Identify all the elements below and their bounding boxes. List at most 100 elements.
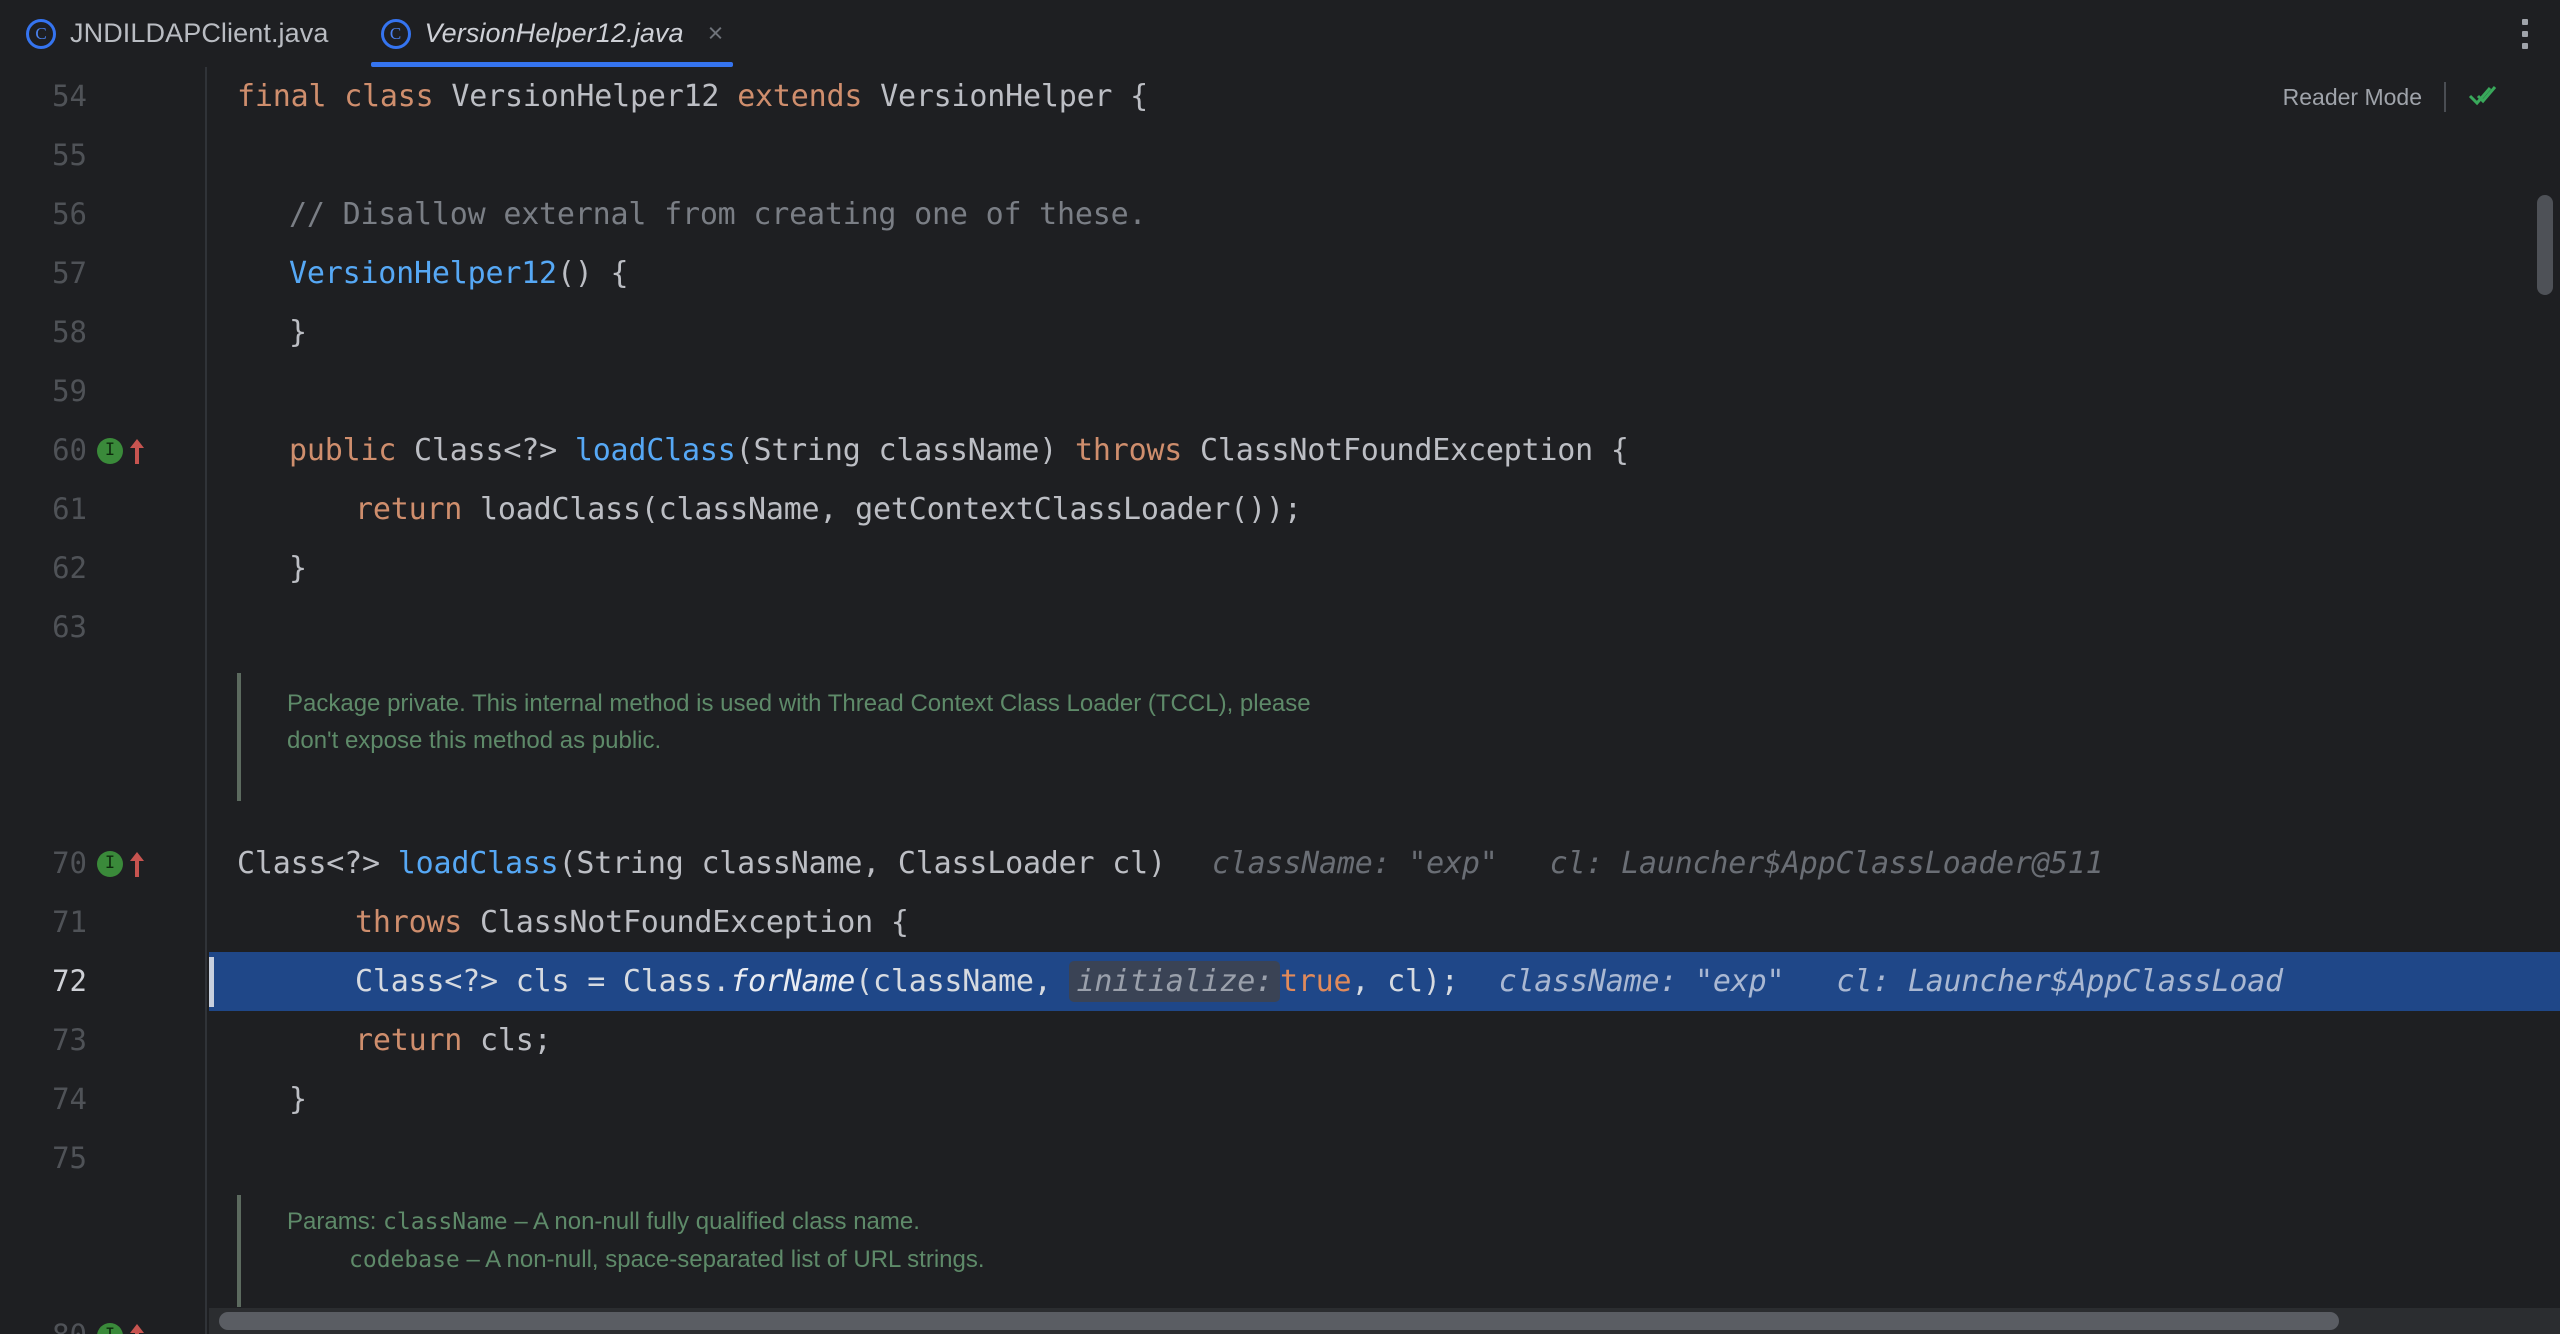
- gutter-row: 57: [0, 244, 205, 303]
- horizontal-scrollbar[interactable]: [209, 1308, 2560, 1334]
- token-exception: ClassNotFoundException {: [1200, 433, 1629, 468]
- javadoc-line: Package private. This internal method is…: [287, 690, 1311, 717]
- code-line-73[interactable]: return cls;: [209, 1011, 2560, 1070]
- token-comment: // Disallow external from creating one o…: [289, 197, 1147, 232]
- param-name: className: [383, 1209, 508, 1235]
- token-args: (className,: [855, 964, 1070, 999]
- rendered-javadoc-params-block[interactable]: Params: className – A non-null fully qua…: [209, 1189, 985, 1319]
- token-keyword: return: [355, 492, 463, 527]
- code-text: }: [209, 303, 307, 362]
- code-text: return cls;: [209, 1011, 552, 1070]
- line-number: 75: [52, 1141, 87, 1175]
- line-number: 71: [52, 905, 87, 939]
- gutter-row: 54: [0, 67, 205, 126]
- vertical-scrollbar[interactable]: [2530, 67, 2560, 1334]
- token-keyword: public: [289, 433, 397, 468]
- token-keyword: throws: [355, 905, 463, 940]
- check-icon[interactable]: [2468, 83, 2498, 112]
- javadoc-params-line: codebase – A non-null, space-separated l…: [287, 1241, 985, 1279]
- token-method: loadClass: [397, 846, 559, 881]
- token-keyword: class: [344, 79, 434, 114]
- code-text: Class<?> loadClass(String className, Cla…: [209, 834, 2104, 893]
- token-brace: }: [289, 551, 307, 586]
- close-icon[interactable]: ×: [708, 20, 724, 47]
- tab-versionhelper12[interactable]: C VersionHelper12.java ×: [354, 0, 750, 67]
- token-rest: () {: [556, 256, 629, 291]
- token-keyword: throws: [1074, 433, 1183, 468]
- code-text: final class VersionHelper12 extends Vers…: [209, 67, 1148, 126]
- code-line-58[interactable]: }: [209, 303, 2560, 362]
- line-number: 80: [0, 1306, 87, 1334]
- token-exception: ClassNotFoundException {: [480, 905, 909, 940]
- implements-icon[interactable]: I: [97, 850, 123, 877]
- gutter-row: 73: [0, 1011, 205, 1070]
- editor-tab-bar: C JNDILDAPClient.java C VersionHelper12.…: [0, 0, 2560, 67]
- token-body: loadClass(className, getContextClassLoad…: [480, 492, 1302, 527]
- code-line-61[interactable]: return loadClass(className, getContextCl…: [209, 480, 2560, 539]
- inlay-hint-cl: cl: Launcher$AppClassLoad: [1836, 964, 2283, 999]
- implementation-marker[interactable]: I: [97, 834, 153, 893]
- code-line-72-current[interactable]: Class<?> cls = Class.forName(className, …: [209, 952, 2560, 1011]
- token-brace: }: [289, 315, 307, 350]
- gutter-row: 60 I: [0, 421, 205, 480]
- javadoc-left-bar: [237, 1195, 241, 1307]
- vertical-scrollbar-thumb[interactable]: [2537, 195, 2553, 295]
- code-text: public Class<?> loadClass(String classNa…: [209, 421, 1629, 480]
- code-line-71[interactable]: throws ClassNotFoundException {: [209, 893, 2560, 952]
- code-line-54[interactable]: final class VersionHelper12 extends Vers…: [209, 67, 2560, 126]
- overriding-method-up-arrow-icon[interactable]: [127, 849, 147, 879]
- overriding-method-up-arrow-icon[interactable]: [127, 436, 147, 466]
- gutter-row: 61: [0, 480, 205, 539]
- kebab-dot: [2522, 30, 2528, 37]
- code-text: throws ClassNotFoundException {: [209, 893, 909, 952]
- implements-icon[interactable]: I: [97, 1322, 123, 1334]
- token-type: Class<?>: [414, 433, 557, 468]
- editor-gutter[interactable]: 54 55 56 57 58 59 60 I 61 62 63 70 I 71 …: [0, 67, 207, 1334]
- tab-label: VersionHelper12.java: [424, 18, 684, 48]
- inlay-hint-classname: className: "exp": [1498, 964, 1785, 999]
- gutter-row-current: 72: [0, 952, 205, 1011]
- kebab-dot: [2522, 42, 2528, 49]
- horizontal-scrollbar-thumb[interactable]: [219, 1312, 2339, 1330]
- reader-mode-indicator[interactable]: Reader Mode: [2283, 77, 2498, 117]
- code-line-70[interactable]: Class<?> loadClass(String className, Cla…: [209, 834, 2560, 893]
- line-number: 63: [52, 610, 87, 644]
- code-line-60[interactable]: public Class<?> loadClass(String classNa…: [209, 421, 2560, 480]
- separator: [2444, 82, 2446, 112]
- implements-icon[interactable]: I: [97, 437, 123, 464]
- code-line-62[interactable]: }: [209, 539, 2560, 598]
- rendered-javadoc-block[interactable]: Package private. This internal method is…: [209, 667, 1311, 807]
- gutter-row: 71: [0, 893, 205, 952]
- token-params: (String className): [735, 433, 1058, 468]
- token-method: forName: [730, 964, 856, 999]
- gutter-row: 62: [0, 539, 205, 598]
- line-number: 62: [52, 551, 87, 585]
- more-options-icon[interactable]: [2490, 0, 2560, 67]
- gutter-row: 74: [0, 1070, 205, 1129]
- gutter-row: 70 I: [0, 834, 205, 893]
- java-class-icon: C: [380, 18, 411, 49]
- line-number: 61: [52, 492, 87, 526]
- implementation-marker[interactable]: I: [97, 1306, 153, 1334]
- tab-jndildapclient[interactable]: C JNDILDAPClient.java: [0, 0, 355, 67]
- token-assignment: Class<?> cls = Class.: [355, 964, 731, 999]
- overriding-method-up-arrow-icon[interactable]: [127, 1321, 147, 1334]
- code-text: Class<?> cls = Class.forName(className, …: [209, 952, 2283, 1011]
- code-line-57[interactable]: VersionHelper12() {: [209, 244, 2560, 303]
- param-desc: A non-null fully qualified class name.: [533, 1208, 920, 1235]
- code-line-56[interactable]: // Disallow external from creating one o…: [209, 185, 2560, 244]
- implementation-marker[interactable]: I: [97, 421, 153, 480]
- line-number: 73: [52, 1023, 87, 1057]
- code-editor[interactable]: Reader Mode 54 55 56 57 58 59 60 I 61 62…: [0, 67, 2560, 1334]
- inlay-hint-classname: className: "exp": [1211, 846, 1498, 881]
- code-line-74[interactable]: }: [209, 1070, 2560, 1129]
- line-number: 55: [52, 138, 87, 172]
- code-content[interactable]: final class VersionHelper12 extends Vers…: [209, 67, 2560, 1334]
- param-dash: –: [466, 1246, 480, 1273]
- code-text: }: [209, 1070, 307, 1129]
- token-keyword: extends: [737, 79, 863, 114]
- token-params: (String className, ClassLoader cl): [558, 846, 1166, 881]
- javadoc-left-bar: [237, 673, 241, 801]
- param-desc: A non-null, space-separated list of URL …: [485, 1246, 985, 1273]
- line-number: 59: [52, 374, 87, 408]
